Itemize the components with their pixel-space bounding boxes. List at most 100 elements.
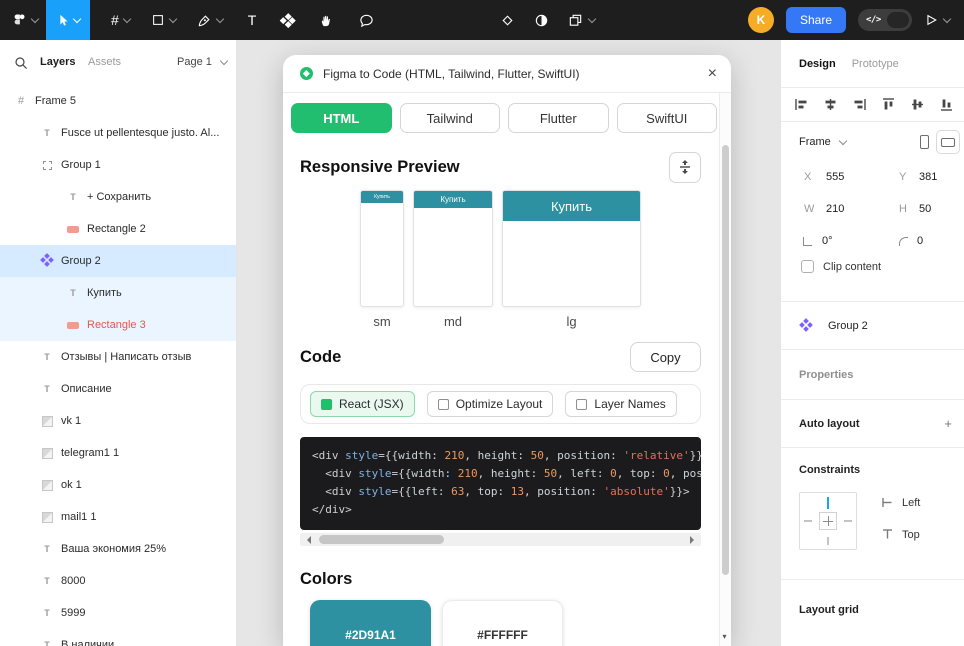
variants-button[interactable] [568,13,595,28]
comment-tool-button[interactable] [359,0,374,40]
page-selector[interactable]: Page 1 [177,56,227,68]
y-field[interactable]: 381 [919,168,937,186]
modal-tab-flutter[interactable]: Flutter [508,103,609,133]
preview-card-md: Купить [413,190,493,307]
rotation-field[interactable]: 0° [822,232,833,250]
layer-row[interactable]: vk 1 [0,405,236,437]
selection-row[interactable]: Group 2 [781,302,964,350]
share-button[interactable]: Share [786,7,846,33]
align-left-icon[interactable] [794,97,809,112]
align-bottom-icon[interactable] [939,97,954,112]
component-tool-button[interactable] [281,0,294,40]
constraint-bottom-tick[interactable] [827,537,829,545]
color-swatch[interactable]: #2D91A1 [310,600,431,646]
layer-row[interactable]: T8000 [0,565,236,597]
layer-row[interactable]: ok 1 [0,469,236,501]
scroll-down-arrow-icon[interactable]: ▾ [723,632,727,641]
tab-design[interactable]: Design [799,58,836,70]
pen-tool-button[interactable] [197,0,223,40]
copy-button[interactable]: Copy [630,342,701,372]
vertical-constraint-dropdown[interactable]: Top [881,528,920,541]
align-v-center-icon[interactable] [910,97,925,112]
option-chip[interactable]: React (JSX) [310,391,415,417]
main-menu-button[interactable] [0,0,46,40]
expand-preview-button[interactable] [669,152,701,183]
modal-tab-tailwind[interactable]: Tailwind [400,103,501,133]
shape-tool-button[interactable] [151,0,176,40]
toggle-knob [887,12,909,28]
x-field[interactable]: 555 [826,168,844,186]
vertical-constraint-icon [881,528,894,541]
clip-content-checkbox[interactable] [801,260,814,273]
layer-row[interactable]: Group 1 [0,149,236,181]
layer-row[interactable]: TВ наличии [0,629,236,646]
close-icon[interactable]: × [708,66,717,82]
image-layer-icon [40,510,54,524]
tab-assets[interactable]: Assets [88,56,121,68]
align-top-icon[interactable] [881,97,896,112]
avatar[interactable]: K [748,7,774,33]
color-swatch[interactable]: #FFFFFF [442,600,563,646]
modal-scrollbar[interactable]: ▾ [719,93,731,646]
horizontal-constraint-icon [881,496,894,509]
frame-type-dropdown[interactable]: Frame [799,136,846,148]
layer-row[interactable]: TОписание [0,373,236,405]
text-layer-icon: T [40,542,54,556]
layer-row[interactable]: Group 2 [0,245,236,277]
auto-layout-section-header: Auto layout + [781,400,964,448]
layer-row[interactable]: Rectangle 2 [0,213,236,245]
layer-row[interactable]: TКупить [0,277,236,309]
frame-tool-button[interactable]: # [111,0,130,40]
layer-row[interactable]: telegram1 1 [0,437,236,469]
constraint-center-anchor[interactable] [819,512,837,530]
layer-row[interactable]: T+ Сохранить [0,181,236,213]
dev-mode-toggle[interactable]: </> [858,9,912,31]
modal-tab-swiftui[interactable]: SwiftUI [617,103,718,133]
top-toolbar: # T [0,0,964,40]
layer-row[interactable]: #Frame 5 [0,85,236,117]
tab-prototype[interactable]: Prototype [852,58,899,70]
mask-icon[interactable] [534,13,549,28]
layer-row[interactable]: TFusce ut pellentesque justo. Al... [0,117,236,149]
modal-tab-html[interactable]: HTML [291,103,392,133]
phone-portrait-icon[interactable] [920,135,929,149]
tab-layers[interactable]: Layers [40,56,75,68]
code-heading: Code [300,348,341,367]
layer-row[interactable]: Rectangle 3 [0,309,236,341]
option-chip[interactable]: Optimize Layout [427,391,554,417]
align-h-center-icon[interactable] [823,97,838,112]
add-auto-layout-icon[interactable]: + [944,416,952,431]
scroll-right-arrow-icon[interactable] [690,536,698,544]
orientation-toggle[interactable] [936,130,960,154]
move-tool-button[interactable] [46,0,90,40]
width-field[interactable]: 210 [826,200,844,218]
constraint-top-tick[interactable] [827,497,829,509]
present-button[interactable] [924,13,950,27]
rect-layer-icon [66,318,80,332]
horizontal-constraint-dropdown[interactable]: Left [881,496,920,509]
search-icon[interactable] [14,56,28,70]
measure-diamond-icon[interactable] [500,13,515,28]
modal-scrollbar-thumb[interactable] [722,145,729,575]
height-field[interactable]: 50 [919,200,931,218]
text-tool-button[interactable]: T [248,0,257,40]
layer-row[interactable]: TОтзывы | Написать отзыв [0,341,236,373]
plugin-title-bar[interactable]: Figma to Code (HTML, Tailwind, Flutter, … [283,55,731,93]
layer-row[interactable]: mail1 1 [0,501,236,533]
scrollbar-thumb[interactable] [319,535,444,544]
constraint-left-tick[interactable] [804,520,812,522]
code-horizontal-scrollbar[interactable] [300,533,701,546]
code-block[interactable]: <div style={{width: 210, height: 50, pos… [300,437,701,530]
corner-radius-field[interactable]: 0 [917,232,923,250]
layer-name: Описание [61,383,112,395]
constraint-right-tick[interactable] [844,520,852,522]
hand-tool-button[interactable] [319,0,334,40]
option-chip[interactable]: Layer Names [565,391,676,417]
align-right-icon[interactable] [852,97,867,112]
layer-row[interactable]: TВаша экономия 25% [0,533,236,565]
layer-row[interactable]: T5999 [0,597,236,629]
scroll-left-arrow-icon[interactable] [303,536,311,544]
constraints-widget[interactable] [799,492,857,550]
scrollbar-track[interactable] [311,533,690,546]
image-layer-icon [40,446,54,460]
